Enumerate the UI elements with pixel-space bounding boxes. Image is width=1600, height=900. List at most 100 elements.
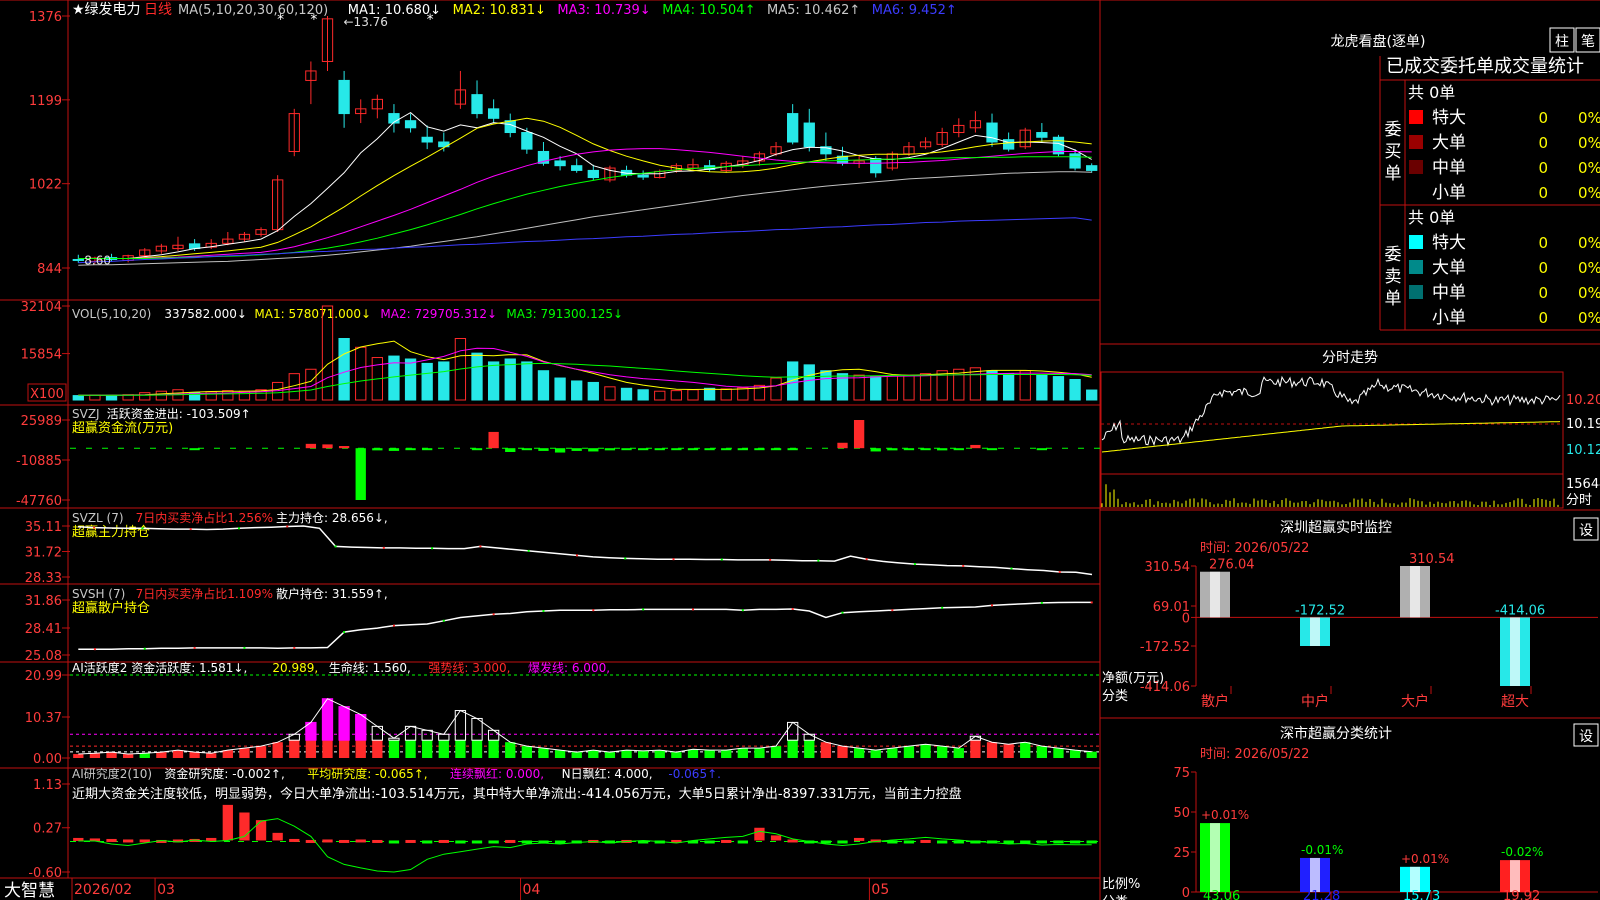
candle-body	[803, 122, 815, 148]
air-legend-0: AI研究度2(10)	[72, 766, 152, 781]
sz-monitor-bar-highlight	[1510, 617, 1520, 686]
svsh-tick-dot	[1090, 601, 1093, 604]
volume-bar	[587, 381, 599, 401]
sell-orders-row-value: 0	[1538, 284, 1548, 302]
sz-classify-ytick-3: 0	[1182, 886, 1190, 900]
activity-bar-top	[803, 733, 815, 741]
volume-bar	[537, 370, 550, 401]
activity-bar	[671, 752, 682, 758]
air-legend-3: 连续飘红: 0.000,	[450, 766, 544, 781]
svsh-tick-dot	[492, 613, 495, 616]
air-legend-2: 平均研究度: -0.065↑,	[307, 766, 427, 781]
sz-monitor-value-label-3: -414.06	[1495, 603, 1545, 618]
research-bar	[721, 839, 732, 843]
sz-classify-ytick-2: 25	[1173, 846, 1190, 861]
research-bar	[289, 838, 300, 842]
sell-orders-total: 共 0单	[1408, 208, 1455, 227]
volume-bar	[1086, 389, 1098, 401]
stock-name-title: ★绿发电力	[72, 2, 141, 18]
sz-classify-value-label-0: 43.06	[1203, 889, 1240, 900]
activity-bar	[455, 740, 466, 758]
vol-unit-label: X100	[30, 387, 64, 402]
low-price-annotation: 8.60	[84, 253, 111, 267]
activity-bar-top	[421, 729, 433, 741]
research-comment: 近期大资金关注度较低，明显弱势，今日大单净流出:-103.514万元，其中特大单…	[72, 786, 962, 802]
sz-classify-bar-0	[1200, 823, 1230, 892]
volume-bar	[421, 362, 433, 401]
volume-bar	[969, 367, 982, 401]
svzl-tick-dot	[1058, 570, 1061, 573]
svsh-axis-tick-0: 31.86	[25, 594, 62, 609]
fund-flow-bar	[372, 448, 383, 451]
activity-bar	[687, 749, 699, 758]
svsh-subtitle: 超赢散户持仓	[72, 600, 150, 616]
svzl-tick-dot	[817, 559, 820, 562]
buy-orders-row-pct: 0%	[1578, 109, 1600, 127]
volume-bar	[903, 374, 915, 401]
buy-orders-row-value: 0	[1538, 184, 1548, 202]
sell-orders-row-pct: 0%	[1578, 284, 1600, 302]
volume-bar	[571, 380, 583, 401]
fund-flow-bar	[322, 444, 333, 449]
activity-bar	[837, 746, 848, 758]
sz-monitor-cat-3: 超大	[1501, 694, 1529, 710]
ai2-axis-tick-1: 10.37	[25, 711, 62, 726]
ma-legend-2: MA2: 10.831↓	[453, 3, 546, 18]
activity-bar	[1036, 746, 1048, 758]
sz-monitor-ytick-0: 310.54	[1145, 560, 1191, 575]
volume-bar	[770, 377, 782, 401]
candle-body	[338, 79, 350, 115]
candle-body	[1069, 153, 1081, 169]
activity-bar	[322, 740, 333, 758]
sz-monitor-value-label-1: -172.52	[1295, 603, 1345, 618]
activity-bar	[887, 748, 898, 758]
vol-axis-tick-0: 32104	[21, 300, 62, 315]
volume-bar	[404, 358, 417, 401]
fund-flow-bar	[305, 443, 317, 449]
buy-orders-total: 共 0单	[1408, 83, 1455, 102]
fund-flow-bar	[870, 448, 881, 452]
fund-flow-bar	[505, 448, 516, 452]
activity-bar-top	[321, 698, 334, 741]
fund-flow-bar	[704, 448, 715, 451]
svsh-tick-dot	[941, 606, 944, 609]
price-axis-tick-3: 844	[37, 262, 62, 277]
fund-flow-bar	[770, 448, 782, 451]
sell-orders-row-value: 0	[1538, 259, 1548, 277]
svsh-tick-dot	[442, 619, 445, 622]
main-chart-canvas: 1376 1199 1022 844 ★绿发电力 日线 MA(5,10,20,30,60,1…	[0, 0, 1600, 900]
svzl-tick-dot	[1010, 567, 1013, 570]
activity-bar	[172, 750, 184, 758]
vol-legend-4: MA3: 791300.125↓	[506, 307, 623, 321]
activity-line	[78, 698, 1092, 755]
activity-bar	[554, 750, 566, 758]
research-bar	[521, 840, 533, 844]
volume-bar	[1019, 370, 1031, 401]
activity-bar	[920, 744, 931, 758]
research-bar	[837, 840, 848, 844]
svzl-tick-dot	[334, 545, 337, 548]
sell-orders-row-value: 0	[1538, 309, 1548, 327]
sz-monitor-ylabel: 净额(万元)	[1102, 671, 1164, 686]
sz-classify-change-label-0: +0.01%	[1201, 808, 1249, 822]
ai2-axis-tick-0: 20.99	[25, 669, 62, 684]
activity-bar	[853, 748, 865, 758]
buy-orders-row-name: 中单	[1432, 158, 1466, 178]
sz-classify-value-label-1: 21.28	[1303, 889, 1340, 900]
sell-orders-side-label: 单	[1385, 289, 1402, 309]
volume-bar	[886, 375, 898, 401]
svzj-axis-tick-0: 25989	[21, 414, 62, 429]
sz-classify-bar-highlight	[1510, 860, 1520, 892]
sz-classify-ylabel: 比例%	[1102, 877, 1140, 892]
volume-bar	[222, 390, 234, 401]
activity-bar	[305, 740, 317, 758]
sz-monitor-bar-2	[1400, 566, 1430, 618]
activity-bar	[937, 746, 948, 758]
buy-orders-color-swatch	[1409, 160, 1423, 174]
candle-body	[870, 158, 882, 174]
research-bar	[438, 839, 449, 843]
activity-bar	[721, 750, 732, 758]
activity-bar-top	[338, 706, 350, 741]
buy-orders-color-swatch	[1409, 110, 1423, 124]
activity-bar	[604, 752, 616, 758]
